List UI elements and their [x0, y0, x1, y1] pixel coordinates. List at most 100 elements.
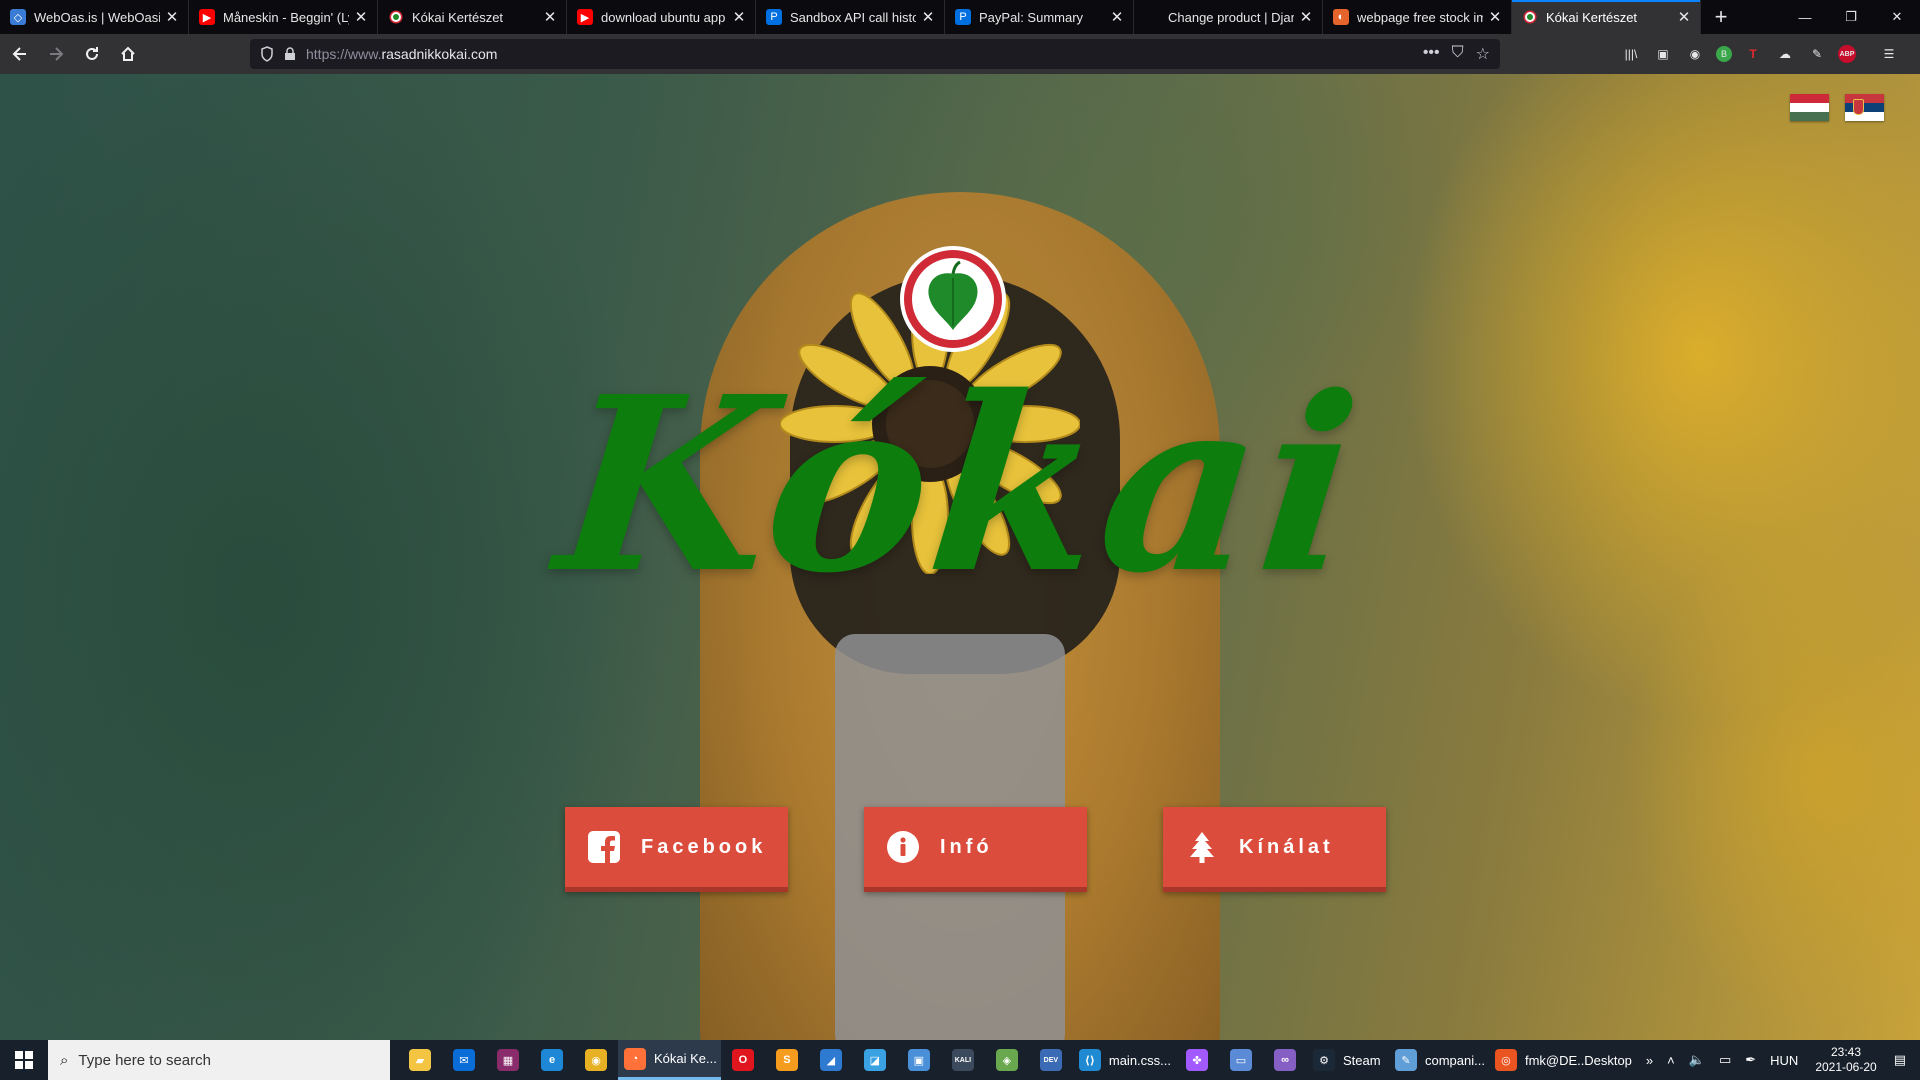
taskbar-app[interactable]: ⚙ Steam	[1307, 1040, 1389, 1080]
browser-tab[interactable]: ▶ Måneskin - Beggin' (Lyr ✕	[189, 0, 378, 34]
blender-like-icon: ◢	[819, 1049, 842, 1071]
input-language[interactable]: HUN	[1770, 1053, 1798, 1068]
layers-icon: ◈	[995, 1049, 1018, 1071]
pen-icon[interactable]: ✒	[1745, 1052, 1756, 1068]
tab-close-icon[interactable]: ✕	[920, 8, 936, 26]
tab-close-icon[interactable]: ✕	[731, 8, 747, 26]
library-icon[interactable]: |||\	[1620, 43, 1642, 65]
notification-center-icon[interactable]: ▤	[1894, 1052, 1906, 1068]
taskbar-app[interactable]: ▭	[1219, 1040, 1263, 1080]
new-tab-button[interactable]: +	[1701, 0, 1741, 34]
tab-close-icon[interactable]: ✕	[542, 8, 558, 26]
page-actions-icon[interactable]: •••	[1423, 44, 1440, 64]
opera-icon: O	[731, 1049, 754, 1071]
taskbar-app[interactable]: ▰	[398, 1040, 442, 1080]
sublime-icon: S	[775, 1049, 798, 1071]
extension-cloud-icon[interactable]: ☁	[1774, 43, 1796, 65]
account-icon[interactable]: ◉	[1684, 43, 1706, 65]
taskbar-app[interactable]: ▣	[897, 1040, 941, 1080]
browser-tab[interactable]: ◐ webpage free stock ima ✕	[1323, 0, 1512, 34]
browser-tab[interactable]: P Sandbox API call history✕	[756, 0, 945, 34]
network-icon[interactable]: ▭	[1719, 1052, 1731, 1068]
browser-tab[interactable]: Kókai Kertészet ✕	[378, 0, 567, 34]
tray-overflow-icon[interactable]: ˄	[1667, 1053, 1675, 1068]
taskbar-app[interactable]: KALI	[941, 1040, 985, 1080]
info-button-label: Infó	[940, 835, 993, 858]
taskbar-app[interactable]: O	[721, 1040, 765, 1080]
taskbar-app-label: Kókai Ke...	[654, 1051, 717, 1066]
taskbar-app[interactable]: e	[530, 1040, 574, 1080]
display-settings-icon: ▭	[1230, 1049, 1252, 1071]
taskbar-app[interactable]: ◈	[985, 1040, 1029, 1080]
serbian-coat-of-arms-icon	[1853, 99, 1864, 115]
volume-icon[interactable]: 🔈	[1689, 1052, 1705, 1068]
forward-button[interactable]	[40, 38, 72, 70]
desktop-toolbar-label[interactable]: Desktop	[1584, 1053, 1632, 1068]
weboasis-icon: ◇	[10, 9, 26, 25]
clock-date: 2021-06-20	[1815, 1060, 1877, 1074]
facebook-button-label: Facebook	[641, 835, 767, 858]
back-arrow-icon	[12, 47, 26, 61]
browser-tab[interactable]: P PayPal: Summary ✕	[945, 0, 1134, 34]
tab-title: Change product | Django site	[1168, 9, 1294, 25]
browser-tab[interactable]: Change product | Django site✕	[1134, 0, 1323, 34]
tab-close-icon[interactable]: ✕	[1676, 8, 1692, 26]
language-serbian-button[interactable]	[1845, 94, 1884, 121]
taskbar-app[interactable]: ✉	[442, 1040, 486, 1080]
taskbar-app[interactable]: ∞	[1263, 1040, 1307, 1080]
browser-tab[interactable]: Kókai Kertészet ✕	[1512, 0, 1701, 34]
edge-icon: e	[541, 1049, 563, 1071]
facebook-button[interactable]: Facebook	[565, 807, 788, 892]
tab-title: webpage free stock ima	[1357, 9, 1483, 25]
tab-close-icon[interactable]: ✕	[1487, 8, 1503, 26]
figma-icon: ✤	[1186, 1049, 1208, 1071]
kali-icon: KALI	[951, 1049, 974, 1071]
taskbar-app[interactable]: ⟨⟩ main.css...	[1073, 1040, 1175, 1080]
extension-green-icon[interactable]: B	[1716, 46, 1732, 62]
back-button[interactable]	[4, 38, 36, 70]
reload-button[interactable]	[76, 38, 108, 70]
taskbar-app[interactable]: ◔ Kókai Ke...	[618, 1040, 721, 1080]
tab-title: Måneskin - Beggin' (Lyr	[223, 9, 349, 25]
clock[interactable]: 23:43 2021-06-20	[1815, 1045, 1876, 1075]
tab-close-icon[interactable]: ✕	[164, 8, 180, 26]
extension-t-icon[interactable]: T	[1742, 43, 1764, 65]
tab-close-icon[interactable]: ✕	[1298, 8, 1314, 26]
taskbar-app[interactable]: ◉	[574, 1040, 618, 1080]
taskbar-app[interactable]: ✎ compani...	[1389, 1040, 1489, 1080]
url-domain: rasadnikkokai.com	[381, 46, 498, 62]
home-button[interactable]	[112, 38, 144, 70]
close-window-button[interactable]: ✕	[1874, 0, 1920, 34]
taskbar-search-input[interactable]: ⌕ Type here to search	[48, 1040, 390, 1080]
bookmark-star-icon[interactable]: ☆	[1476, 44, 1490, 64]
extension-pen-icon[interactable]: ✎	[1806, 43, 1828, 65]
menu-icon[interactable]: ☰	[1878, 43, 1900, 65]
taskbar-app[interactable]: ◢	[809, 1040, 853, 1080]
tab-title: Kókai Kertészet	[1546, 9, 1638, 25]
adblock-plus-icon[interactable]: ABP	[1838, 45, 1856, 63]
info-icon	[886, 830, 920, 864]
kokai-icon	[388, 9, 404, 25]
browser-tab[interactable]: ▶ download ubuntu app n ✕	[567, 0, 756, 34]
tab-close-icon[interactable]: ✕	[353, 8, 369, 26]
start-button[interactable]	[0, 1040, 48, 1080]
restore-button[interactable]: ❐	[1828, 0, 1874, 34]
offer-button[interactable]: Kínálat	[1163, 807, 1386, 892]
sidebar-icon[interactable]: ▣	[1652, 43, 1674, 65]
minimize-button[interactable]: —	[1782, 0, 1828, 34]
taskbar-app[interactable]: ▦	[486, 1040, 530, 1080]
url-bar[interactable]: https://www.rasadnikkokai.com ••• ⛉ ☆	[250, 39, 1500, 69]
taskbar-app[interactable]: ✤	[1175, 1040, 1219, 1080]
forward-arrow-icon	[50, 47, 64, 61]
browser-tab[interactable]: ◇ WebOas.is | WebOasis | ✕	[0, 0, 189, 34]
language-hungarian-button[interactable]	[1790, 94, 1829, 121]
toolbar-expand-icon[interactable]: »	[1646, 1053, 1653, 1068]
taskbar-app[interactable]: S	[765, 1040, 809, 1080]
vscode-icon: ⟨⟩	[1078, 1049, 1101, 1071]
pocket-icon[interactable]: ⛉	[1452, 44, 1464, 64]
taskbar-app[interactable]: DEV	[1029, 1040, 1073, 1080]
taskbar-app[interactable]: ◪	[853, 1040, 897, 1080]
tab-close-icon[interactable]: ✕	[1109, 8, 1125, 26]
info-button[interactable]: Infó	[864, 807, 1087, 892]
youtube-icon: ▶	[199, 9, 215, 25]
